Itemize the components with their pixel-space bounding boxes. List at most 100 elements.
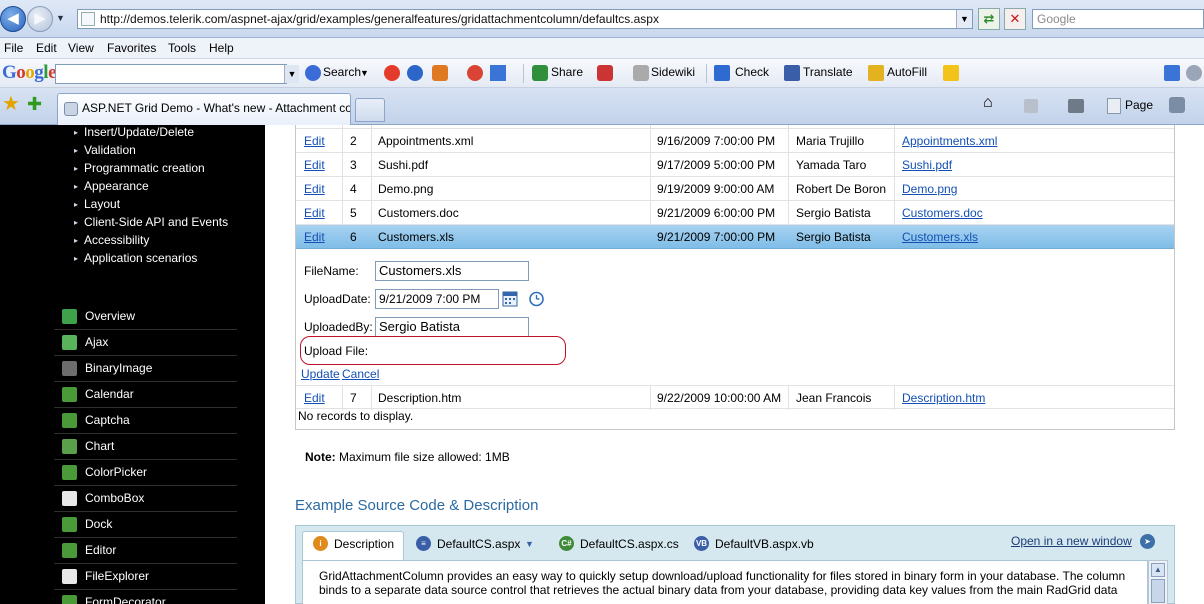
scroll-thumb[interactable] <box>1151 579 1165 603</box>
url-input[interactable]: http://demos.telerik.com/aspnet-ajax/gri… <box>77 9 973 29</box>
uploadedby-input[interactable]: Sergio Batista <box>375 317 529 337</box>
google-search-button[interactable]: Search <box>323 65 361 79</box>
tab-defaultvb-aspx-vb[interactable]: DefaultVB.aspx.vb <box>715 537 814 551</box>
calendar-popup-icon[interactable] <box>502 291 518 307</box>
sidebar-subitem[interactable]: Client-Side API and Events <box>84 215 228 229</box>
translate-page-icon[interactable] <box>597 65 613 81</box>
bookmarks-icon[interactable] <box>432 65 448 81</box>
sidebar-item-captcha[interactable]: Captcha <box>54 408 237 434</box>
signin-icon[interactable] <box>1186 65 1202 81</box>
row-attachment-link[interactable]: Customers.doc <box>902 206 983 220</box>
sidebar-item-dock[interactable]: Dock <box>54 512 237 538</box>
sidebar-item-label: ColorPicker <box>85 465 148 479</box>
sidebar-item-binaryimage[interactable]: BinaryImage <box>54 356 237 382</box>
description-scrollbar[interactable]: ▲ <box>1148 560 1168 604</box>
table-row-selected[interactable]: Edit 6 Customers.xls 9/21/2009 7:00:00 PM Se… <box>296 225 1174 249</box>
menu-view[interactable]: View <box>68 41 94 55</box>
edit-link[interactable]: Edit <box>304 182 325 196</box>
edit-link[interactable]: Edit <box>304 134 325 148</box>
sub-item-bullet-icon: ▸ <box>74 146 79 155</box>
sidebar-subitem[interactable]: Appearance <box>84 179 149 193</box>
scroll-up-icon[interactable]: ▲ <box>1151 563 1165 577</box>
feeds-icon[interactable] <box>1024 99 1038 113</box>
row-attachment-link[interactable]: Customers.xls <box>902 230 978 244</box>
menu-edit[interactable]: Edit <box>36 41 57 55</box>
check-button[interactable]: Check <box>735 65 769 79</box>
row-attachment-link[interactable]: Appointments.xml <box>902 134 997 148</box>
open-new-window-link[interactable]: Open in a new window <box>1011 534 1132 548</box>
sidebar-subitem[interactable]: Layout <box>84 197 120 211</box>
menu-favorites[interactable]: Favorites <box>107 41 156 55</box>
time-popup-icon[interactable] <box>528 290 545 307</box>
refresh-button[interactable]: ⇄ <box>978 8 1000 30</box>
table-row[interactable]: Edit 4 Demo.png 9/19/2009 9:00:00 AM Robert … <box>296 177 1174 201</box>
menu-tools[interactable]: Tools <box>168 41 196 55</box>
share-button[interactable]: Share <box>551 65 583 79</box>
sidebar-subitem[interactable]: Application scenarios <box>84 251 197 265</box>
wrench-settings-icon[interactable] <box>1164 65 1180 81</box>
add-button-icon[interactable] <box>490 65 506 81</box>
sidebar-subitem[interactable]: Programmatic creation <box>84 161 205 175</box>
autofill-button[interactable]: AutoFill <box>887 65 927 79</box>
sidebar-subitem[interactable]: Insert/Update/Delete <box>84 125 194 139</box>
translate-button[interactable]: Translate <box>803 65 853 79</box>
table-row[interactable]: Edit 2 Appointments.xml 9/16/2009 7:00:00 P… <box>296 129 1174 153</box>
sidebar-item-calendar[interactable]: Calendar <box>54 382 237 408</box>
tab-description-label[interactable]: Description <box>334 537 394 551</box>
edit-link[interactable]: Edit <box>304 391 325 405</box>
sidebar-item-colorpicker[interactable]: ColorPicker <box>54 460 237 486</box>
table-row[interactable]: Edit 3 Sushi.pdf 9/17/2009 5:00:00 PM Yamada… <box>296 153 1174 177</box>
filename-input[interactable]: Customers.xls <box>375 261 529 281</box>
sidebar-subitem[interactable]: Validation <box>84 143 136 157</box>
cs-icon: C# <box>559 536 574 551</box>
sidebar-item-editor[interactable]: Editor <box>54 538 237 564</box>
update-link[interactable]: Update <box>301 367 340 381</box>
back-button[interactable]: ◀ <box>0 6 26 32</box>
stop-button[interactable]: ✕ <box>1004 8 1026 30</box>
edit-link[interactable]: Edit <box>304 158 325 172</box>
row-upload-date: 9/16/2009 7:00:00 PM <box>657 134 776 148</box>
sidebar-item-overview[interactable]: Overview <box>54 304 237 330</box>
home-icon[interactable]: ⌂ <box>983 94 993 112</box>
tab-defaultcs-aspx-cs[interactable]: DefaultCS.aspx.cs <box>580 537 679 551</box>
sidebar-item-fileexplorer[interactable]: FileExplorer <box>54 564 237 590</box>
picasa-icon[interactable] <box>467 65 483 81</box>
url-dropdown-icon[interactable]: ▼ <box>956 10 972 28</box>
google-search-input[interactable] <box>55 64 287 84</box>
page-menu[interactable]: Page <box>1125 98 1153 112</box>
cancel-link[interactable]: Cancel <box>342 367 379 381</box>
favorites-star-icon[interactable]: ★ <box>2 94 20 114</box>
menu-file[interactable]: File <box>4 41 23 55</box>
sidewiki-button[interactable]: Sidewiki <box>651 65 695 79</box>
menu-help[interactable]: Help <box>209 41 234 55</box>
uploadedby-label: UploadedBy: <box>304 320 373 334</box>
row-attachment-link[interactable]: Demo.png <box>902 182 957 196</box>
popup-blocker-icon[interactable] <box>384 65 400 81</box>
open-window-icon[interactable]: ➤ <box>1140 534 1155 549</box>
sidebar-item-ajax[interactable]: Ajax <box>54 330 237 356</box>
add-favorites-icon[interactable]: ✚ <box>27 95 42 113</box>
tab-grid-demo[interactable]: ASP.NET Grid Demo - What's new - Attachm… <box>57 93 351 125</box>
new-tab-button[interactable] <box>355 98 385 122</box>
highlight-icon[interactable] <box>943 65 959 81</box>
tab-dropdown-icon[interactable]: ▼ <box>525 539 534 549</box>
forward-button[interactable]: ▶ <box>27 6 53 32</box>
google-search-dropdown-icon[interactable]: ▼ <box>284 65 299 83</box>
history-dropdown-icon[interactable]: ▼ <box>56 13 65 23</box>
tab-defaultcs-aspx[interactable]: DefaultCS.aspx <box>437 537 520 551</box>
sidebar-item-formdecorator[interactable]: FormDecorator <box>54 590 237 604</box>
sidebar-item-combobox[interactable]: ComboBox <box>54 486 237 512</box>
sidebar-item-chart[interactable]: Chart <box>54 434 237 460</box>
print-icon[interactable] <box>1068 99 1084 113</box>
edit-link[interactable]: Edit <box>304 230 325 244</box>
search-dropdown-icon[interactable]: ▼ <box>360 68 369 78</box>
edit-link[interactable]: Edit <box>304 206 325 220</box>
table-row[interactable]: Edit 5 Customers.doc 9/21/2009 6:00:00 PM Se… <box>296 201 1174 225</box>
tools-icon[interactable] <box>1169 97 1185 113</box>
row-attachment-link[interactable]: Description.htm <box>902 391 985 405</box>
sidebar-subitem[interactable]: Accessibility <box>84 233 149 247</box>
browser-search-input[interactable]: Google <box>1032 9 1204 29</box>
uploaddate-input[interactable]: 9/21/2009 7:00 PM <box>375 289 499 309</box>
row-attachment-link[interactable]: Sushi.pdf <box>902 158 952 172</box>
pagerank-icon[interactable] <box>407 65 423 81</box>
